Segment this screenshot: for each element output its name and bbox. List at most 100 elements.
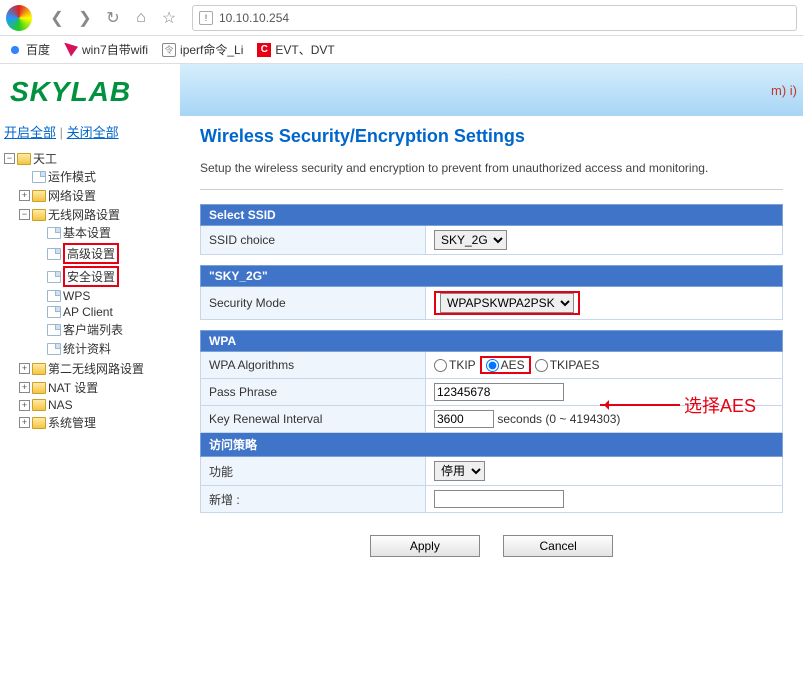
key-renewal-input[interactable] [434, 410, 494, 428]
logo: SKYLAB [4, 72, 176, 120]
radio-label: AES [501, 358, 525, 372]
tree-label: 系统管理 [48, 414, 96, 431]
bookmark-win7wifi[interactable]: win7自带wifi [64, 41, 148, 58]
nav-home-button[interactable]: ⌂ [128, 5, 154, 31]
tree-item-clients[interactable]: 客户端列表 [34, 321, 176, 338]
panel-header: WPA [201, 331, 783, 352]
algo-tkip-option[interactable]: TKIP [434, 358, 476, 372]
access-add-label: 新增 : [201, 486, 426, 513]
folder-icon [32, 190, 46, 202]
page-icon [47, 306, 61, 318]
tree-item-system[interactable]: + 系统管理 [19, 414, 176, 431]
tree-item-wps[interactable]: WPS [34, 289, 176, 303]
url-text: 10.10.10.254 [219, 11, 289, 25]
wpa-algo-label: WPA Algorithms [201, 352, 426, 379]
ssid-choice-label: SSID choice [201, 226, 426, 255]
tree-item-basic[interactable]: 基本设置 [34, 224, 176, 241]
bookmark-evt[interactable]: C EVT、DVT [257, 41, 334, 58]
tree-item-security[interactable]: 安全设置 [34, 266, 176, 287]
tree-label: NAT 设置 [48, 379, 98, 396]
tree-item-apclient[interactable]: AP Client [34, 305, 176, 319]
radio-aes[interactable] [486, 359, 499, 372]
nav-star-button[interactable]: ☆ [156, 5, 182, 31]
page-description: Setup the wireless security and encrypti… [200, 161, 783, 175]
passphrase-input[interactable] [434, 383, 564, 401]
bookmark-baidu[interactable]: 百度 [8, 41, 50, 58]
folder-icon [32, 363, 46, 375]
page-icon [47, 324, 61, 336]
security-mode-select[interactable]: WPAPSKWPA2PSK [440, 293, 574, 313]
tree-item-wireless2[interactable]: + 第二无线网路设置 [19, 360, 176, 377]
evt-icon: C [257, 43, 271, 57]
ssid-choice-select[interactable]: SKY_2G [434, 230, 507, 250]
access-func-select[interactable]: 停用 [434, 461, 485, 481]
tree-label: 第二无线网路设置 [48, 360, 144, 377]
sidebar: SKYLAB 开启全部 | 关闭全部 −天工 运作模式 + 网络设置 − 无线网路设… [0, 64, 180, 673]
bookmark-label: 百度 [26, 41, 50, 58]
tree-item-nat[interactable]: + NAT 设置 [19, 379, 176, 396]
button-row: Apply Cancel [200, 523, 783, 569]
separator: | [60, 125, 67, 140]
shield-icon: ! [199, 11, 213, 25]
folder-icon [17, 153, 31, 165]
bookmark-iperf[interactable]: 令iperf命令_Li [162, 41, 243, 58]
folder-icon [32, 417, 46, 429]
expand-icon[interactable]: + [19, 417, 30, 428]
expand-icon[interactable]: + [19, 382, 30, 393]
annotation-text: 选择AES [684, 392, 756, 418]
bookmark-label: win7自带wifi [82, 41, 148, 58]
collapse-icon[interactable]: − [19, 209, 30, 220]
tree-toggle-links: 开启全部 | 关闭全部 [4, 120, 176, 149]
bookmark-label: EVT、DVT [275, 41, 334, 58]
folder-icon [32, 382, 46, 394]
access-add-input[interactable] [434, 490, 564, 508]
open-all-link[interactable]: 开启全部 [4, 125, 56, 140]
tree-item-advanced[interactable]: 高级设置 [34, 243, 176, 264]
radio-label: TKIP [449, 358, 476, 372]
expand-icon[interactable]: + [19, 363, 30, 374]
tree-label: 客户端列表 [63, 321, 123, 338]
close-all-link[interactable]: 关闭全部 [67, 125, 119, 140]
annotation-aes: 选择AES [600, 392, 756, 418]
security-mode-label: Security Mode [201, 287, 426, 320]
page-icon [47, 227, 61, 239]
browser-toolbar: ❮ ❯ ↻ ⌂ ☆ ! 10.10.10.254 [0, 0, 803, 36]
nav-tree: −天工 运作模式 + 网络设置 − 无线网路设置 基本设置 高级设置 安全设置 WP… [4, 149, 176, 433]
page-icon [47, 343, 61, 355]
nav-forward-button[interactable]: ❯ [72, 5, 98, 31]
url-bar[interactable]: ! 10.10.10.254 [192, 5, 797, 31]
nav-reload-button[interactable]: ↻ [100, 5, 126, 31]
divider [200, 189, 783, 190]
tree-label: 高级设置 [63, 243, 119, 264]
page-icon [47, 290, 61, 302]
algo-tkipaes-option[interactable]: TKIPAES [535, 358, 600, 372]
arrow-icon [600, 404, 680, 406]
expand-icon[interactable]: + [19, 190, 30, 201]
tree-label: 网络设置 [48, 187, 96, 204]
tree-item-network[interactable]: + 网络设置 [19, 187, 176, 204]
page-icon [32, 171, 46, 183]
flag-icon [64, 43, 78, 57]
tree-label: 无线网路设置 [48, 206, 120, 223]
collapse-icon[interactable]: − [4, 153, 15, 164]
expand-icon[interactable]: + [19, 400, 30, 411]
tree-item-nas[interactable]: + NAS [19, 398, 176, 412]
algo-aes-option[interactable]: AES [480, 356, 531, 374]
radio-tkip[interactable] [434, 359, 447, 372]
tree-root[interactable]: −天工 [4, 150, 176, 167]
page-icon [47, 271, 61, 283]
tree-item-wireless[interactable]: − 无线网路设置 [19, 206, 176, 223]
tree-item-stats[interactable]: 统计资料 [34, 340, 176, 357]
radio-tkipaes[interactable] [535, 359, 548, 372]
baidu-icon [8, 43, 22, 57]
panel-header: Select SSID [201, 205, 783, 226]
banner-text: m) i) [771, 83, 797, 98]
tree-label: NAS [48, 398, 73, 412]
apply-button[interactable]: Apply [370, 535, 480, 557]
tree-label: AP Client [63, 305, 113, 319]
cancel-button[interactable]: Cancel [503, 535, 613, 557]
tree-item-opmode[interactable]: 运作模式 [19, 168, 176, 185]
content-area: m) i) Wireless Security/Encryption Setti… [180, 64, 803, 673]
nav-back-button[interactable]: ❮ [44, 5, 70, 31]
access-func-label: 功能 [201, 457, 426, 486]
